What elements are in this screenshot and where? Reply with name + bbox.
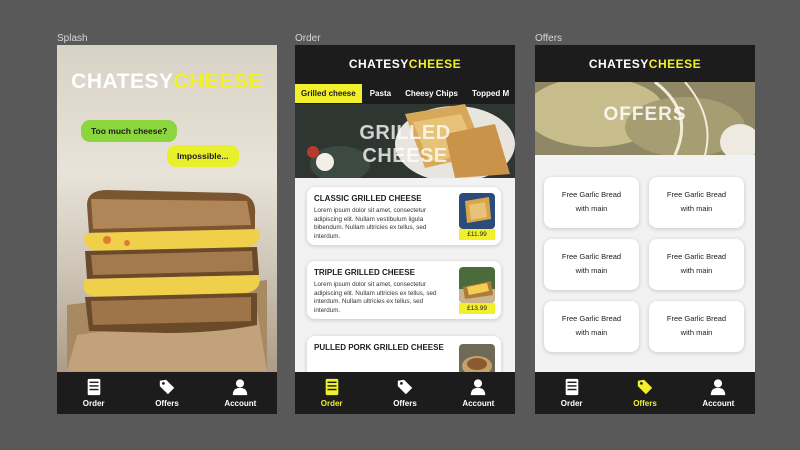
tab-topped[interactable]: Topped M <box>466 84 515 103</box>
speech-bubble-answer: Impossible... <box>167 145 239 167</box>
tab-account[interactable]: Account <box>210 378 270 408</box>
offer-card[interactable]: Free Garlic Bread with main <box>649 177 744 228</box>
offer-subtitle: with main <box>575 328 608 337</box>
frame-label-offers: Offers <box>535 33 563 44</box>
order-screen: CHATESY CHEESE Grilled cheese Pasta Chees… <box>295 45 515 414</box>
menu-list-icon <box>325 378 338 396</box>
frame-label-order: Order <box>295 33 321 44</box>
app-header: CHATESY CHEESE <box>535 45 755 82</box>
offer-title: Free Garlic Bread <box>666 190 727 199</box>
tab-offers[interactable]: Offers <box>137 378 197 408</box>
brand-part1: CHATESY <box>588 56 649 71</box>
splash-screen: CHATESYCHEESE Too much cheese? Impossibl… <box>57 45 277 414</box>
price-tag-icon <box>637 379 653 395</box>
sandwich-image <box>67 190 267 371</box>
offer-title: Free Garlic Bread <box>666 314 727 323</box>
brand-part2: CHEESE <box>408 56 462 71</box>
price-tag-icon <box>159 379 175 395</box>
speech-bubble-question: Too much cheese? <box>81 120 178 142</box>
tab-grilled-cheese[interactable]: Grilled cheese <box>295 83 362 103</box>
tab-offers-label: Offers <box>633 399 657 408</box>
user-icon <box>471 379 486 396</box>
tab-bar: Order Offers Account <box>535 372 755 414</box>
price-tag-icon <box>397 379 413 395</box>
offer-subtitle: with main <box>680 328 713 337</box>
tab-order[interactable]: Order <box>542 378 602 408</box>
offers-screen: CHATESY CHEESE OFFERS Free Garlic Bread w… <box>535 45 755 414</box>
offer-title: Free Garlic Bread <box>561 190 622 199</box>
tab-pasta[interactable]: Pasta <box>364 84 397 103</box>
item-title: TRIPLE GRILLED CHEESE <box>314 268 415 277</box>
menu-list-icon <box>565 378 578 396</box>
tab-order-label: Order <box>82 399 105 408</box>
menu-item-card[interactable]: CLASSIC GRILLED CHEESE Lorem ipsum dolor… <box>307 187 501 245</box>
tab-account-label: Account <box>702 399 735 408</box>
tab-offers[interactable]: Offers <box>615 378 675 408</box>
tab-bar: Order Offers Account <box>295 372 515 414</box>
offer-subtitle: with main <box>575 204 608 213</box>
offer-title: Free Garlic Bread <box>561 314 622 323</box>
user-icon <box>233 379 248 396</box>
item-title: PULLED PORK GRILLED CHEESE <box>314 343 444 352</box>
item-description: Lorem ipsum dolor sit amet, consectetur … <box>314 207 427 240</box>
item-description: Lorem ipsum dolor sit amet, consectetur … <box>314 281 437 314</box>
menu-item-card[interactable]: TRIPLE GRILLED CHEESE Lorem ipsum dolor … <box>307 261 501 319</box>
tab-offers-label: Offers <box>155 399 179 408</box>
item-title: CLASSIC GRILLED CHEESE <box>314 194 422 203</box>
tab-order[interactable]: Order <box>302 378 362 408</box>
menu-list-icon <box>87 378 100 396</box>
offer-title: Free Garlic Bread <box>666 252 727 261</box>
tab-order-label: Order <box>320 399 343 408</box>
brand-part1: CHATESY <box>348 56 409 71</box>
brand-part2: CHEESE <box>173 70 263 93</box>
tab-account-label: Account <box>224 399 257 408</box>
tab-order-label: Order <box>560 399 583 408</box>
offer-subtitle: with main <box>575 266 608 275</box>
tab-offers-label: Offers <box>393 399 417 408</box>
offer-card[interactable]: Free Garlic Bread with main <box>649 301 744 352</box>
hero-title: OFFERS <box>603 104 687 125</box>
tab-account[interactable]: Account <box>688 378 748 408</box>
hero-banner: GRILLED CHEESE <box>295 104 515 178</box>
hero-banner: OFFERS <box>535 82 755 155</box>
tab-offers[interactable]: Offers <box>375 378 435 408</box>
item-thumbnail <box>459 267 495 303</box>
offer-title: Free Garlic Bread <box>561 252 622 261</box>
offer-card[interactable]: Free Garlic Bread with main <box>544 301 639 352</box>
tab-account[interactable]: Account <box>448 378 508 408</box>
hero-title: GRILLED CHEESE <box>359 122 451 167</box>
brand-logo: CHATESYCHEESE <box>57 70 277 94</box>
item-price: £13.99 <box>459 303 495 314</box>
tab-order[interactable]: Order <box>64 378 124 408</box>
offer-card[interactable]: Free Garlic Bread with main <box>544 177 639 228</box>
category-tabs: Grilled cheese Pasta Cheesy Chips Topped… <box>295 82 515 104</box>
offer-subtitle: with main <box>680 266 713 275</box>
brand-part1: CHATESY <box>71 70 174 93</box>
user-icon <box>711 379 726 396</box>
tab-bar: Order Offers Account <box>57 372 277 414</box>
offer-card[interactable]: Free Garlic Bread with main <box>649 239 744 290</box>
brand-part2: CHEESE <box>648 56 702 71</box>
offer-subtitle: with main <box>680 204 713 213</box>
offer-card[interactable]: Free Garlic Bread with main <box>544 239 639 290</box>
app-header: CHATESY CHEESE <box>295 45 515 82</box>
frame-label-splash: Splash <box>57 33 88 44</box>
tab-cheesy-chips[interactable]: Cheesy Chips <box>399 84 464 103</box>
item-price: £11.99 <box>459 229 495 240</box>
item-thumbnail <box>459 193 495 229</box>
tab-account-label: Account <box>462 399 495 408</box>
